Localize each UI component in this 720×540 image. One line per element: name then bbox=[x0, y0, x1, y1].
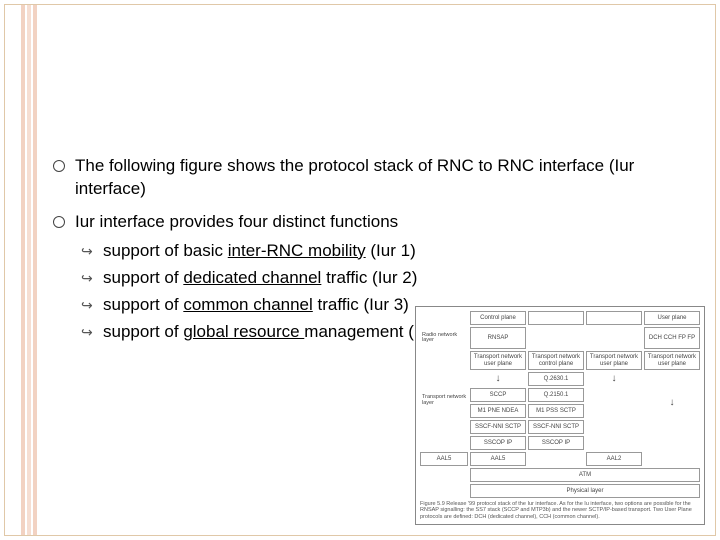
diagram-grid: Control plane User plane Radio network l… bbox=[420, 311, 700, 498]
diagram-cell: SSCF-NNI SCTP bbox=[470, 420, 526, 434]
protocol-stack-diagram: Control plane User plane Radio network l… bbox=[415, 306, 705, 525]
accent-stripes bbox=[21, 5, 37, 535]
diagram-cell: SSCOP IP bbox=[528, 436, 584, 450]
diagram-subheader: Transport network user plane bbox=[470, 351, 526, 370]
diagram-cell: Physical layer bbox=[470, 484, 700, 498]
sub-bullet-icon: ↪ bbox=[81, 269, 93, 288]
diagram-empty bbox=[586, 388, 642, 402]
arrow-down-icon: ↓ bbox=[496, 374, 501, 384]
diagram-cell: SSCF-NNI SCTP bbox=[528, 420, 584, 434]
underlined-text: dedicated channel bbox=[183, 268, 321, 287]
text: support of bbox=[103, 322, 183, 341]
diagram-side-label bbox=[420, 311, 468, 325]
underlined-text: common channel bbox=[183, 295, 312, 314]
diagram-arrow: ↓ bbox=[644, 372, 700, 434]
diagram-cell: SSCOP IP bbox=[470, 436, 526, 450]
diagram-empty bbox=[586, 404, 642, 418]
diagram-cell: AAL2 bbox=[586, 452, 642, 466]
diagram-arrow: ↓ bbox=[586, 372, 642, 386]
diagram-cell: RNSAP bbox=[470, 327, 526, 349]
arrow-down-icon: ↓ bbox=[670, 398, 675, 408]
bullet-text: The following figure shows the protocol … bbox=[75, 156, 634, 198]
sub-bullet-item: ↪ support of basic inter-RNC mobility (I… bbox=[75, 240, 695, 263]
underlined-text: global resource bbox=[183, 322, 304, 341]
diagram-cell: DCH CCH FP FP bbox=[644, 327, 700, 349]
arrow-down-icon: ↓ bbox=[612, 374, 617, 384]
diagram-empty bbox=[586, 436, 642, 450]
sub-bullet-item: ↪ support of dedicated channel traffic (… bbox=[75, 267, 695, 290]
diagram-cell: M1 PNE NDEA bbox=[470, 404, 526, 418]
diagram-side-label: Radio network layer bbox=[420, 327, 468, 349]
slide-frame: The following figure shows the protocol … bbox=[4, 4, 716, 536]
diagram-empty bbox=[528, 327, 584, 349]
stripe bbox=[21, 5, 25, 535]
bullet-item: The following figure shows the protocol … bbox=[53, 155, 695, 201]
diagram-side-label: Transport network layer bbox=[420, 351, 468, 450]
diagram-subheader: Transport network control plane bbox=[528, 351, 584, 370]
text: traffic (Iur 3) bbox=[313, 295, 409, 314]
diagram-empty bbox=[586, 420, 642, 434]
diagram-cell: AAL5 bbox=[470, 452, 526, 466]
diagram-empty bbox=[528, 452, 584, 466]
diagram-header bbox=[528, 311, 584, 325]
diagram-header bbox=[586, 311, 642, 325]
text: support of basic bbox=[103, 241, 228, 260]
diagram-caption: Figure 5.9 Release '99 protocol stack of… bbox=[420, 501, 700, 520]
stripe bbox=[27, 5, 31, 535]
text: support of bbox=[103, 295, 183, 314]
sub-bullet-icon: ↪ bbox=[81, 242, 93, 261]
diagram-arrow: ↓ bbox=[470, 372, 526, 386]
diagram-empty bbox=[586, 327, 642, 349]
diagram-side-label bbox=[644, 452, 700, 466]
diagram-side-label bbox=[420, 484, 468, 498]
text: traffic (Iur 2) bbox=[321, 268, 417, 287]
diagram-subheader: Transport network user plane bbox=[644, 351, 700, 370]
diagram-cell: M1 PSS SCTP bbox=[528, 404, 584, 418]
diagram-side-label bbox=[644, 436, 700, 450]
sub-bullet-icon: ↪ bbox=[81, 296, 93, 315]
diagram-cell: Q.2630.1 bbox=[528, 372, 584, 386]
diagram-cell: ATM bbox=[470, 468, 700, 482]
diagram-cell: SCCP bbox=[470, 388, 526, 402]
text: support of bbox=[103, 268, 183, 287]
diagram-cell: AAL5 bbox=[420, 452, 468, 466]
text: (Iur 1) bbox=[366, 241, 416, 260]
stripe bbox=[33, 5, 37, 535]
underlined-text: inter-RNC mobility bbox=[228, 241, 366, 260]
bullet-text: Iur interface provides four distinct fun… bbox=[75, 212, 398, 231]
diagram-subheader: Transport network user plane bbox=[586, 351, 642, 370]
diagram-header: User plane bbox=[644, 311, 700, 325]
diagram-header: Control plane bbox=[470, 311, 526, 325]
diagram-cell: Q.2150.1 bbox=[528, 388, 584, 402]
sub-bullet-icon: ↪ bbox=[81, 323, 93, 342]
